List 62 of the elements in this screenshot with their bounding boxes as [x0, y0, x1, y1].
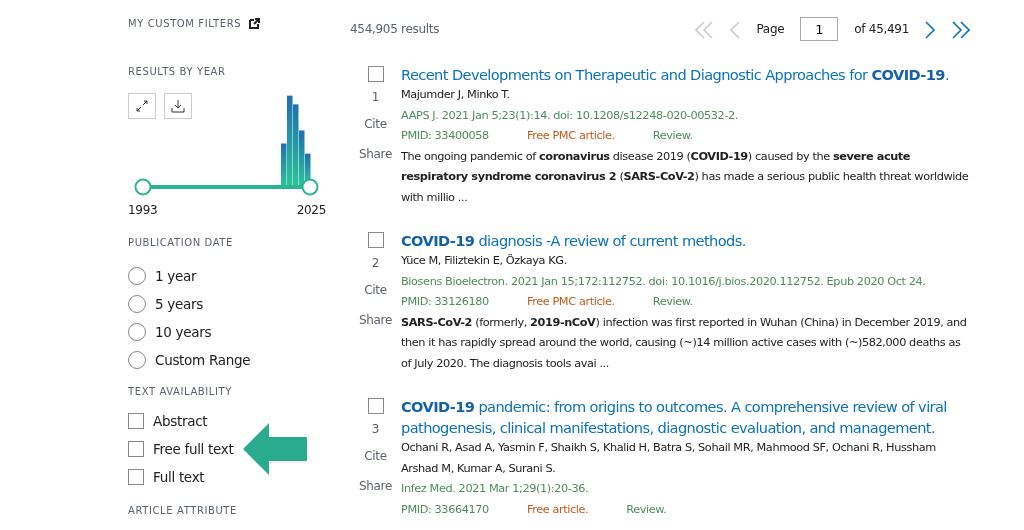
checkbox[interactable]: [128, 413, 144, 429]
result-snippet: The ongoing pandemic of coronavirus disease 2019 (COVID-19) caused by the severe acute respiratory syndrome coronavirus 2 (SARS-CoV-2) has made a serious public health threat worldwide with millio ...: [401, 148, 970, 206]
result-title[interactable]: COVID-19 pandemic: from origins to outcomes. A comprehensive review of viral pathogenesis, clinical manifestations, diagnostic evaluation, and management.: [401, 396, 970, 438]
section-heading: PUBLICATION DATE: [128, 236, 234, 250]
cite-link[interactable]: Cite: [364, 115, 387, 133]
result-citation: Infez Med. 2021 Mar 1;29(1):20-36.: [401, 481, 590, 497]
checkbox[interactable]: [128, 441, 144, 457]
article-type: Review.: [652, 128, 693, 144]
free-article-label: Free PMC article.: [526, 294, 615, 310]
section-heading: RESULTS BY YEAR: [128, 65, 227, 79]
checkbox[interactable]: [367, 398, 384, 414]
result-authors: Majumder J, Minko T.: [401, 87, 511, 103]
section-heading: TEXT AVAILABILITY: [128, 385, 233, 399]
result-title[interactable]: Recent Developments on Therapeutic and Diagnostic Approaches for COVID-19.: [401, 64, 970, 85]
result-number: 2: [371, 255, 380, 272]
section-heading: ARTICLE ATTRIBUTE: [128, 504, 238, 518]
option-label[interactable]: 1 year: [155, 265, 197, 287]
result-citation: Biosens Bioelectron. 2021 Jan 15;172:112752. doi: 10.1016/j.bios.2020.112752. Epub 2020 Oct 24.: [401, 273, 927, 290]
share-link[interactable]: Share: [358, 145, 393, 163]
result-authors: Yüce M, Filiztekin E, Özkaya KG.: [401, 253, 568, 269]
article-type: Review.: [652, 294, 693, 310]
cite-link[interactable]: Cite: [364, 281, 387, 299]
last-page-button[interactable]: [952, 18, 970, 40]
result-number: 1: [371, 89, 380, 106]
checkbox[interactable]: [367, 66, 384, 82]
year-label: 1993: [128, 202, 158, 219]
result-number: 3: [371, 421, 380, 438]
option-label[interactable]: 5 years: [155, 293, 203, 315]
article-type: Review.: [626, 501, 667, 518]
expand-icon: [136, 100, 148, 112]
year-label: 2025: [296, 202, 326, 219]
page-count: of 45,491: [854, 21, 909, 38]
pmid-text: PMID: 33400058: [401, 128, 489, 144]
result-citation: AAPS J. 2021 Jan 5;23(1):14. doi: 10.1208/s12248-020-00532-2.: [401, 107, 739, 124]
result-snippet: SARS-CoV-2 (formerly, 2019-nCoV) infection was first reported in Wuhan (China) in December 2019, and then it has rapidly spread around the world, causing (~)14 million active cases with (~)582,000 deaths as of July 2020. The diagnosis tools avai ...: [401, 314, 968, 372]
next-page-button[interactable]: [925, 18, 936, 40]
cite-link[interactable]: Cite: [364, 447, 387, 465]
results-count: 454,905 results: [350, 21, 440, 38]
free-article-label: Free PMC article.: [526, 128, 615, 144]
option-label[interactable]: 10 years: [155, 321, 212, 343]
result-title[interactable]: COVID-19 diagnosis -A review of current methods.: [401, 230, 970, 251]
pmid-text: PMID: 33126180: [401, 294, 489, 310]
page-input[interactable]: 1: [800, 17, 839, 41]
option-label[interactable]: Custom Range: [155, 349, 251, 371]
filters-heading: MY CUSTOM FILTERS: [128, 17, 242, 31]
checkbox[interactable]: [128, 469, 144, 485]
option-label[interactable]: Free full text: [153, 438, 234, 460]
result-authors: Ochani R, Asad A, Yasmin F, Shaikh S, Khalid H, Batra S, Sohail MR, Mahmood SF, Ochani R, Hussham Arshad M, Kumar A, Surani S.: [401, 440, 937, 477]
expand-button[interactable]: [128, 93, 156, 119]
download-button[interactable]: [164, 93, 192, 119]
download-icon: [171, 99, 185, 113]
pmid-text: PMID: 33664170: [401, 501, 489, 518]
option-label[interactable]: Full text: [153, 466, 205, 488]
free-article-label: Free article.: [526, 501, 589, 518]
share-link[interactable]: Share: [358, 477, 393, 495]
checkbox[interactable]: [367, 232, 384, 248]
share-link[interactable]: Share: [358, 311, 393, 329]
slider-handle[interactable]: [301, 178, 319, 196]
option-label[interactable]: Abstract: [153, 410, 208, 432]
slider-handle[interactable]: [134, 178, 152, 196]
page-label: Page: [756, 21, 785, 38]
external-link-icon[interactable]: [249, 18, 261, 29]
